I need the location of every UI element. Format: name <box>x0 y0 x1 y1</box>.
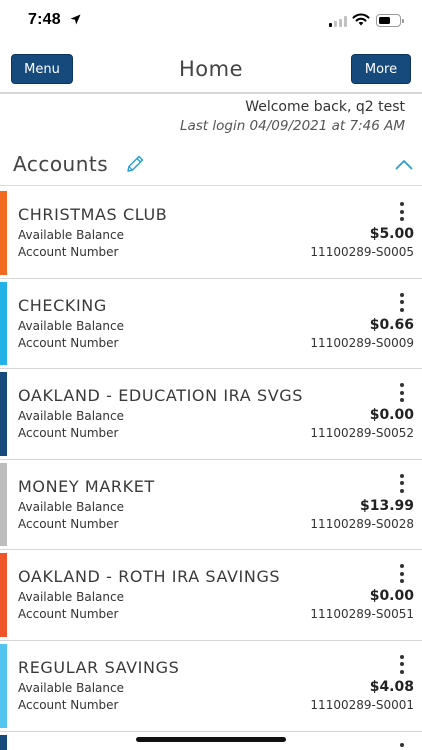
account-balance: $0.66 <box>369 316 414 333</box>
account-number: 11100289-S0009 <box>310 335 414 350</box>
account-number: 11100289-S0005 <box>310 245 414 259</box>
account-color-bar <box>0 735 7 750</box>
account-color-bar <box>0 281 7 366</box>
account-card-regular-savings[interactable]: REGULAR SAVINGS Available Balance Accoun… <box>0 641 422 732</box>
account-color-bar <box>0 553 7 637</box>
accounts-title: Accounts <box>13 152 109 176</box>
cellular-signal-icon <box>329 15 347 27</box>
available-balance-label: Available Balance <box>18 409 124 424</box>
more-options-icon[interactable] <box>398 473 406 496</box>
account-card-checking[interactable]: CHECKING Available Balance Account Numbe… <box>0 279 422 370</box>
account-card-christmas-club[interactable]: CHRISTMAS CLUB Available Balance Account… <box>0 188 422 279</box>
account-balance: $13.99 <box>359 497 414 514</box>
more-button[interactable]: More <box>351 54 411 84</box>
available-balance-label: Available Balance <box>18 228 124 242</box>
welcome-block: Welcome back, q2 test Last login 04/09/2… <box>180 97 405 136</box>
account-card-education-ira[interactable]: OAKLAND - EDUCATION IRA SVGS Available B… <box>0 369 422 460</box>
status-bar: 7:48 <box>0 0 422 44</box>
welcome-text: Welcome back, q2 test <box>245 99 405 115</box>
account-number-label: Account Number <box>18 245 119 259</box>
more-options-icon[interactable] <box>398 743 406 750</box>
account-number: 11100289-S0028 <box>310 516 414 531</box>
accounts-list: CHRISTMAS CLUB Available Balance Account… <box>0 188 422 732</box>
more-options-icon[interactable] <box>398 202 406 224</box>
account-number-label: Account Number <box>18 426 119 441</box>
account-number: 11100289-S0001 <box>310 697 414 712</box>
account-balance: $0.00 <box>369 588 414 605</box>
account-number-label: Account Number <box>18 607 119 622</box>
chevron-up-icon[interactable] <box>395 159 413 170</box>
account-card-roth-ira[interactable]: OAKLAND - ROTH IRA SAVINGS Available Bal… <box>0 550 422 641</box>
account-color-bar <box>0 372 7 456</box>
location-arrow-icon <box>70 14 81 25</box>
available-balance-label: Available Balance <box>18 499 124 514</box>
account-card-money-market[interactable]: MONEY MARKET Available Balance Account N… <box>0 460 422 551</box>
more-options-icon[interactable] <box>398 564 406 586</box>
battery-icon <box>376 14 404 27</box>
account-color-bar <box>0 643 7 728</box>
account-balance: $5.00 <box>369 226 414 242</box>
account-number-label: Account Number <box>18 335 119 350</box>
account-name: CHECKING <box>18 295 107 315</box>
available-balance-label: Available Balance <box>18 680 124 695</box>
account-name: OAKLAND - EDUCATION IRA SVGS <box>18 386 304 406</box>
more-options-icon[interactable] <box>398 654 406 677</box>
account-name: CHRISTMAS CLUB <box>18 205 168 224</box>
account-balance: $4.08 <box>369 678 414 695</box>
account-number-label: Account Number <box>18 516 119 531</box>
status-time: 7:48 <box>28 11 61 28</box>
account-color-bar <box>0 462 7 547</box>
more-options-icon[interactable] <box>398 292 406 315</box>
account-name: MONEY MARKET <box>18 476 155 496</box>
available-balance-label: Available Balance <box>18 590 124 605</box>
available-balance-label: Available Balance <box>18 318 124 333</box>
account-number: 11100289-S0051 <box>310 607 414 622</box>
account-color-bar <box>0 191 7 275</box>
app-header: Menu Home More <box>0 44 422 94</box>
account-balance: $0.00 <box>369 407 414 424</box>
accounts-header: Accounts <box>0 148 422 186</box>
account-name: REGULAR SAVINGS <box>18 657 180 677</box>
account-name: OAKLAND - ROTH IRA SAVINGS <box>18 567 281 587</box>
more-options-icon[interactable] <box>398 383 406 405</box>
last-login-text: Last login 04/09/2021 at 7:46 AM <box>179 118 405 134</box>
account-number-label: Account Number <box>18 697 119 712</box>
home-indicator[interactable] <box>136 737 286 742</box>
account-number: 11100289-S0052 <box>310 426 414 441</box>
wifi-icon <box>352 13 370 26</box>
pencil-icon[interactable] <box>126 154 145 173</box>
